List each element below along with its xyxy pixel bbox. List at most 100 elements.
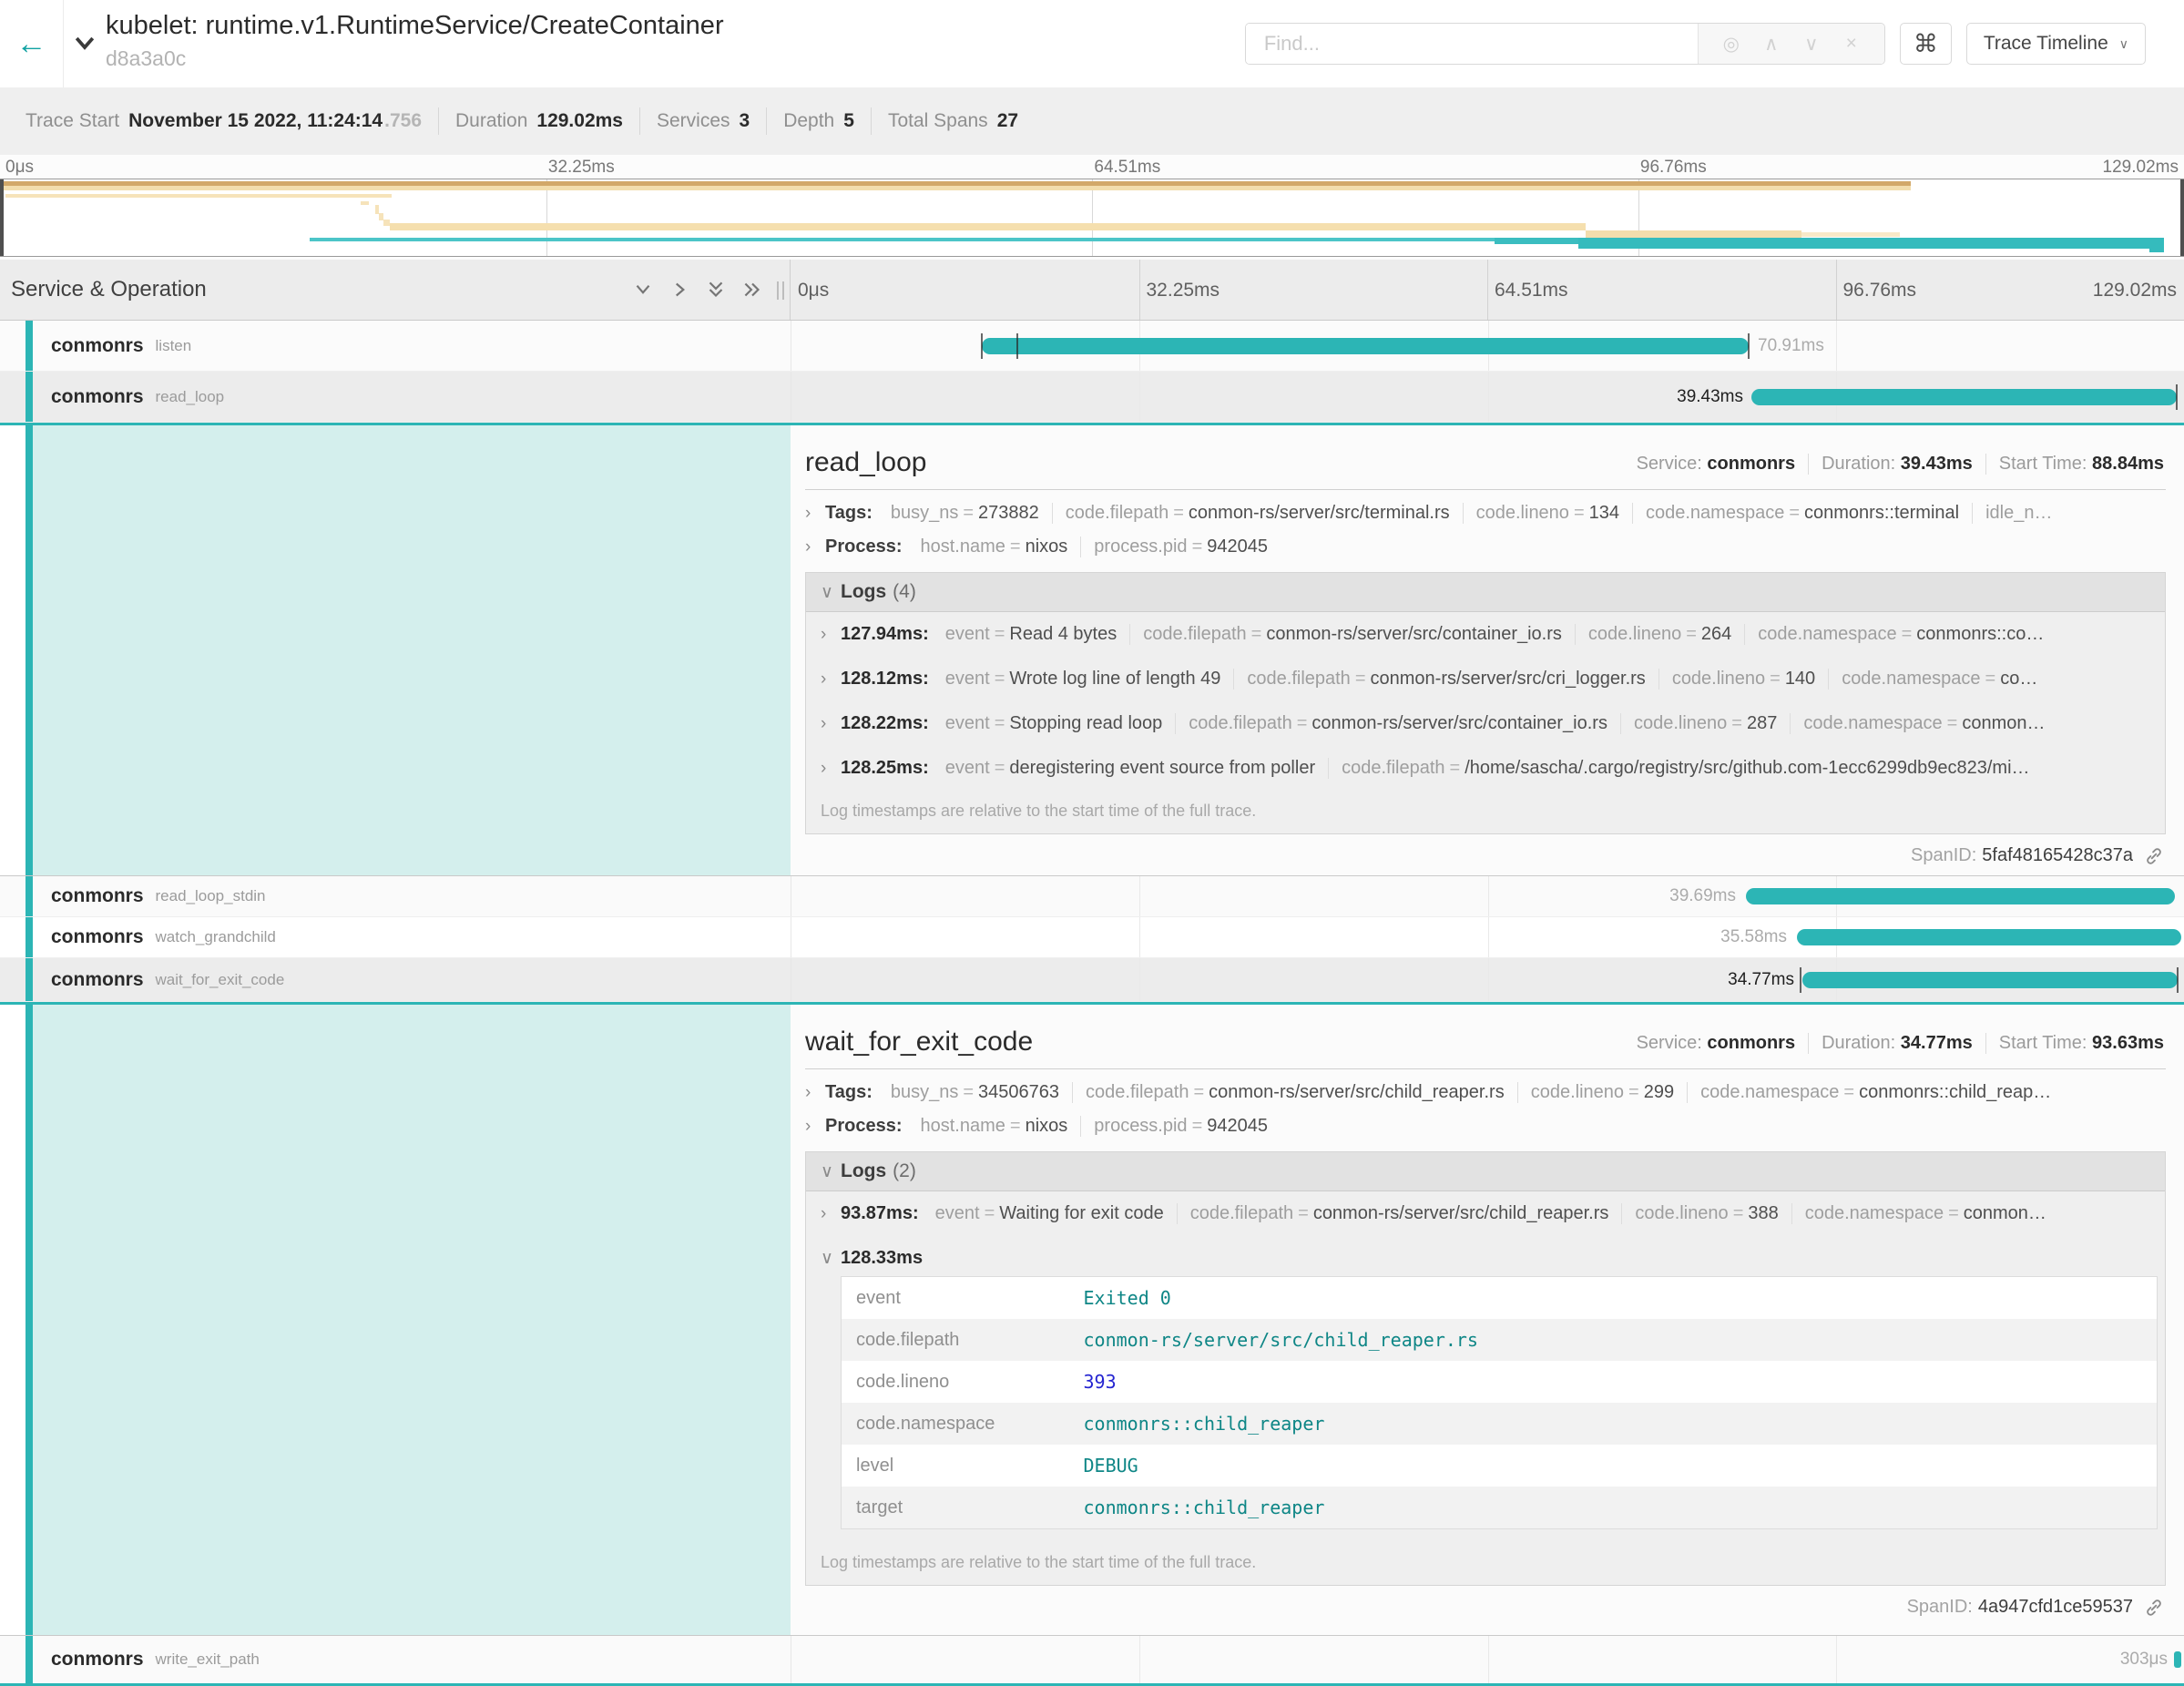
log-entry[interactable]: › 127.94ms: event=Read 4 bytes code.file…	[806, 612, 2165, 657]
detail-meta: Service: conmonrs Duration: 39.43ms Star…	[1624, 454, 2166, 478]
link-icon[interactable]	[2144, 846, 2164, 866]
span-tick	[981, 333, 983, 359]
service-color-strip	[26, 425, 33, 875]
span-bar-cell[interactable]: 39.69ms	[791, 876, 2184, 916]
double-chevron-down-icon[interactable]	[704, 278, 728, 301]
process-pill: host.name=nixos	[908, 536, 1082, 557]
minimap-canvas[interactable]	[0, 179, 2184, 257]
service-name: conmonrs	[51, 969, 144, 991]
span-bar[interactable]	[2174, 1651, 2181, 1668]
view-selector-dropdown[interactable]: Trace Timeline ∨	[1966, 23, 2146, 65]
chevron-down-icon: ∨	[821, 1161, 841, 1182]
log-entry[interactable]: › 93.87ms: event=Waiting for exit code c…	[806, 1191, 2165, 1236]
chevron-down-icon[interactable]: ∨	[821, 1248, 841, 1269]
service-color-strip	[26, 321, 33, 371]
span-name-cell[interactable]: conmonrs watch_grandchild	[0, 917, 791, 957]
log-entry[interactable]: › 128.12ms: event=Wrote log line of leng…	[806, 657, 2165, 701]
span-detail-wait-for-exit-code: wait_for_exit_code Service: conmonrs Dur…	[0, 1002, 2184, 1636]
divider	[805, 1068, 2166, 1069]
process-pill: process.pid=942045	[1081, 1116, 1281, 1137]
log-entry-expanded[interactable]: ∨ 128.33ms	[806, 1236, 2165, 1271]
find-box: ◎ ∧ ∨ ×	[1245, 23, 1885, 65]
trace-id: d8a3a0c	[106, 44, 724, 73]
chevron-right-icon[interactable]: ›	[805, 537, 825, 557]
tags-row[interactable]: › Tags: busy_ns=34506763 code.filepath=c…	[805, 1082, 2166, 1103]
chevron-right-icon[interactable]: ›	[821, 625, 841, 645]
find-input[interactable]	[1246, 24, 1698, 64]
span-name-cell[interactable]: conmonrs read_loop	[0, 372, 791, 422]
operation-name: listen	[156, 337, 192, 355]
process-row[interactable]: › Process: host.name=nixos process.pid=9…	[805, 536, 2166, 557]
link-icon[interactable]	[2144, 1598, 2164, 1618]
span-tick	[1800, 967, 1801, 993]
trace-collapse-toggle[interactable]	[64, 7, 106, 56]
chevron-right-icon[interactable]	[668, 278, 691, 301]
span-duration-label: 39.69ms	[1669, 886, 1736, 906]
detail-left-gutter	[0, 425, 791, 875]
tag-pill: code.filepath=conmon-rs/server/src/termi…	[1053, 503, 1464, 524]
service-name: conmonrs	[51, 926, 144, 948]
minimap-left-handle[interactable]	[0, 179, 4, 256]
span-bar-cell[interactable]: 34.77ms	[791, 958, 2184, 1001]
span-row-watch-grandchild: conmonrs watch_grandchild 35.58ms	[0, 917, 2184, 958]
span-name-cell[interactable]: conmonrs listen	[0, 321, 791, 371]
span-duration-label: 34.77ms	[1728, 970, 1794, 990]
minimap-right-handle[interactable]	[2180, 179, 2184, 256]
span-name-cell[interactable]: conmonrs wait_for_exit_code	[0, 958, 791, 1001]
span-bar[interactable]	[1802, 972, 2178, 988]
chevron-right-icon[interactable]: ›	[805, 1117, 825, 1137]
service-name: conmonrs	[51, 885, 144, 907]
timeline-gridline	[1487, 260, 1488, 320]
span-bar-cell[interactable]: 303μs	[791, 1636, 2184, 1683]
find-next-icon[interactable]: ∨	[1791, 33, 1832, 56]
chevron-right-icon[interactable]: ›	[805, 504, 825, 524]
chevron-down-icon[interactable]	[631, 278, 655, 301]
tags-row[interactable]: › Tags: busy_ns=273882 code.filepath=con…	[805, 503, 2166, 524]
pane-header: Service & Operation 0μs 32.25ms 64.51ms …	[0, 260, 2184, 321]
operation-name: wait_for_exit_code	[156, 971, 285, 989]
timeline-minimap[interactable]: 0μs 32.25ms 64.51ms 96.76ms 129.02ms	[0, 155, 2184, 260]
table-row: code.namespaceconmonrs::child_reaper	[842, 1403, 2158, 1445]
log-entry[interactable]: › 128.22ms: event=Stopping read loop cod…	[806, 701, 2165, 746]
logs-section: ∨ Logs (2) › 93.87ms: event=Waiting for …	[805, 1151, 2166, 1586]
service-color-strip	[26, 1636, 33, 1683]
tag-pill: code.lineno=299	[1518, 1082, 1688, 1103]
span-bar[interactable]	[982, 338, 1749, 354]
keyboard-shortcuts-button[interactable]: ⌘	[1900, 23, 1952, 65]
service-color-strip	[26, 876, 33, 916]
span-bar-cell[interactable]: 39.43ms	[791, 372, 2184, 422]
span-duration-label: 303μs	[2120, 1650, 2168, 1670]
service-color-strip	[26, 1005, 33, 1635]
span-name-cell[interactable]: conmonrs write_exit_path	[0, 1636, 791, 1683]
service-operation-title: Service & Operation	[0, 277, 207, 302]
find-clear-icon[interactable]: ×	[1832, 33, 1872, 55]
chevron-right-icon[interactable]: ›	[805, 1083, 825, 1103]
chevron-right-icon[interactable]: ›	[821, 669, 841, 690]
double-chevron-right-icon[interactable]	[740, 278, 764, 301]
log-entry[interactable]: › 128.25ms: event=deregistering event so…	[806, 746, 2165, 791]
span-bar[interactable]	[1746, 888, 2175, 904]
chevron-right-icon[interactable]: ›	[821, 1204, 841, 1224]
span-detail-read-loop: read_loop Service: conmonrs Duration: 39…	[0, 423, 2184, 876]
tag-pill: code.lineno=134	[1464, 503, 1633, 524]
service-operation-header: Service & Operation	[0, 260, 791, 320]
service-color-strip	[26, 917, 33, 957]
tag-pill: code.namespace=conmonrs::terminal	[1633, 503, 1973, 524]
logs-header[interactable]: ∨ Logs (4)	[806, 573, 2165, 612]
find-prev-icon[interactable]: ∧	[1751, 33, 1791, 56]
back-button[interactable]: ←	[0, 0, 64, 87]
span-bar-cell[interactable]: 70.91ms	[791, 321, 2184, 371]
span-bar[interactable]	[1797, 929, 2181, 945]
span-bar[interactable]	[1751, 389, 2177, 405]
process-row[interactable]: › Process: host.name=nixos process.pid=9…	[805, 1116, 2166, 1137]
view-selector-label: Trace Timeline	[1984, 33, 2108, 55]
span-bar-cell[interactable]: 35.58ms	[791, 917, 2184, 957]
span-name-cell[interactable]: conmonrs read_loop_stdin	[0, 876, 791, 916]
table-row: eventExited 0	[842, 1277, 2158, 1320]
span-duration-label: 70.91ms	[1758, 336, 1824, 356]
chevron-right-icon[interactable]: ›	[821, 759, 841, 779]
chevron-right-icon[interactable]: ›	[821, 714, 841, 734]
logs-header[interactable]: ∨ Logs (2)	[806, 1152, 2165, 1191]
find-target-icon[interactable]: ◎	[1711, 33, 1751, 56]
column-resize-handle[interactable]	[777, 281, 784, 300]
